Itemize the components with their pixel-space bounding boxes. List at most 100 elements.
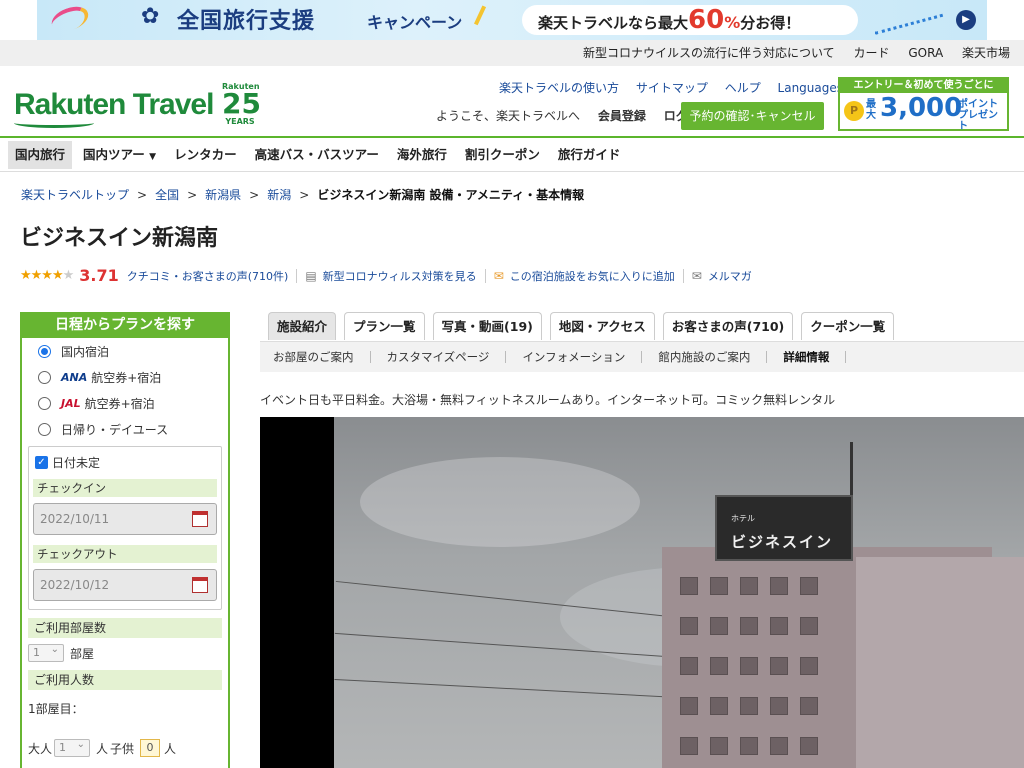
checkin-value: 2022/10/11	[40, 512, 110, 526]
child-count[interactable]: 0	[140, 739, 161, 757]
radio-button[interactable]	[38, 396, 51, 410]
tab-facility-intro[interactable]: 施設紹介	[268, 312, 337, 340]
howto-link[interactable]: 楽天トラベルの使い方	[499, 81, 619, 95]
divider	[296, 268, 298, 283]
gnav-coupon[interactable]: 割引クーポン	[458, 141, 547, 169]
building-window	[740, 617, 758, 635]
rooms-row: 1 部屋	[22, 642, 228, 662]
building-window	[800, 697, 818, 715]
rooms-select[interactable]: 1	[28, 642, 64, 662]
divider	[766, 351, 768, 363]
reservation-check-button[interactable]: 予約の確認･キャンセル	[681, 102, 824, 130]
building-window	[800, 617, 818, 635]
gnav-domestic[interactable]: 国内旅行	[8, 140, 73, 169]
radio-button[interactable]	[38, 422, 51, 436]
tab-map[interactable]: 地図・アクセス	[549, 312, 655, 340]
option-label: 航空券+宿泊	[91, 370, 162, 385]
calendar-icon[interactable]	[192, 577, 208, 593]
campaign-banner[interactable]: ✿ 全国旅行支援 キャンペーン 楽天トラベルなら最大60%分お得！ ▶	[37, 0, 987, 40]
points-promo-banner[interactable]: エントリー＆初めて使うごとに P 最大 3,000 ポイントプレゼント	[838, 77, 1009, 132]
child-label: 子供	[110, 741, 135, 756]
favorite-icon: ✉	[493, 268, 504, 283]
tab-reviews[interactable]: お客さまの声(710)	[662, 312, 794, 340]
gnav-rentacar[interactable]: レンタカー	[167, 141, 244, 169]
toplink-card[interactable]: カード	[854, 46, 890, 60]
breadcrumb-area[interactable]: 新潟	[267, 188, 291, 202]
date-box: ✓ 日付未定 チェックイン 2022/10/11 チェックアウト 2022/10…	[28, 446, 222, 610]
subtab-custom[interactable]: カスタマイズページ	[387, 349, 490, 365]
checkout-value: 2022/10/12	[40, 578, 110, 592]
gnav-bus[interactable]: 高速バス・バスツアー	[248, 141, 386, 169]
point-coin-icon: P	[844, 101, 864, 121]
covid-measures-link[interactable]: 新型コロナウィルス対策を見る	[323, 268, 477, 284]
campaign-subtitle: キャンペーン	[367, 13, 463, 32]
top-links-bar: 新型コロナウイルスの流行に伴う対応について カード GORA 楽天市場	[0, 40, 1024, 66]
subtab-facilities[interactable]: 館内施設のご案内	[658, 349, 750, 365]
play-icon[interactable]: ▶	[956, 10, 976, 30]
date-undecided-checkbox[interactable]: ✓ 日付未定	[33, 451, 217, 473]
register-link[interactable]: 会員登録	[598, 109, 646, 123]
radio-button[interactable]	[38, 344, 51, 358]
person-unit: 人	[164, 741, 177, 756]
building-window	[770, 657, 788, 675]
rating-row: ★★★★★ 3.71 クチコミ・お客さまの声(710件) ▤ 新型コロナウィルス…	[20, 266, 752, 285]
subtab-details[interactable]: 詳細情報	[783, 349, 829, 365]
building-window	[770, 617, 788, 635]
checkin-input[interactable]: 2022/10/11	[33, 503, 217, 535]
campaign-mascot-icon: ✿	[141, 4, 160, 29]
rooms-unit: 部屋	[70, 646, 95, 661]
facility-tabs: 施設紹介 プラン一覧 写真・動画(19) 地図・アクセス お客さまの声(710)…	[268, 312, 902, 340]
hotel-photo[interactable]: ホテル ビジネスイン	[260, 417, 1024, 768]
option-jal-flight-stay[interactable]: JAL 航空券+宿泊	[22, 390, 228, 416]
toplink-gora[interactable]: GORA	[908, 46, 943, 60]
building-window	[740, 737, 758, 755]
building-window	[800, 657, 818, 675]
tab-photos[interactable]: 写真・動画(19)	[432, 312, 542, 340]
building-window	[680, 617, 698, 635]
mailmag-link[interactable]: メルマガ	[708, 268, 752, 284]
calendar-icon[interactable]	[192, 511, 208, 527]
rating-score: 3.71	[79, 266, 119, 285]
toplink-ichiba[interactable]: 楽天市場	[962, 46, 1010, 60]
subtab-rooms[interactable]: お部屋のご案内	[273, 349, 354, 365]
tab-plans[interactable]: プラン一覧	[344, 312, 425, 340]
gnav-guide[interactable]: 旅行ガイド	[551, 141, 628, 169]
option-ana-flight-stay[interactable]: ANA 航空券+宿泊	[22, 364, 228, 390]
option-domestic-stay[interactable]: 国内宿泊	[22, 338, 228, 364]
building-window	[710, 697, 728, 715]
divider	[641, 351, 643, 363]
subtab-information[interactable]: インフォメーション	[522, 349, 625, 365]
breadcrumb-current: ビジネスイン新潟南 設備・アメニティ・基本情報	[317, 188, 585, 202]
building-window	[740, 697, 758, 715]
help-link[interactable]: ヘルプ	[725, 81, 761, 95]
breadcrumb-prefecture[interactable]: 新潟県	[205, 188, 241, 202]
mail-icon: ✉	[691, 268, 702, 283]
ana-logo: ANA	[61, 370, 88, 384]
tab-coupons[interactable]: クーポン一覧	[801, 312, 895, 340]
checkout-input[interactable]: 2022/10/12	[33, 569, 217, 601]
option-day-use[interactable]: 日帰り・デイユース	[22, 416, 228, 442]
gnav-tour[interactable]: 国内ツアー ▼	[76, 141, 163, 169]
radio-button[interactable]	[38, 370, 51, 384]
adult-select[interactable]: 1	[54, 737, 91, 757]
gnav-overseas[interactable]: 海外旅行	[390, 141, 454, 169]
breadcrumb-top[interactable]: 楽天トラベルトップ	[21, 188, 129, 202]
toplink-covid[interactable]: 新型コロナウイルスの流行に伴う対応について	[583, 46, 835, 60]
reviews-link[interactable]: クチコミ・お客さまの声(710件)	[127, 268, 289, 284]
rakuten-travel-logo[interactable]: Rakuten Travel	[14, 88, 214, 122]
breadcrumb-separator: >	[299, 188, 310, 202]
breadcrumb: 楽天トラベルトップ > 全国 > 新潟県 > 新潟 > ビジネスイン新潟南 設備・アメニティ・基…	[21, 186, 584, 203]
checkmark-icon[interactable]: ✓	[35, 455, 48, 469]
gnav-tour-label: 国内ツアー	[83, 146, 145, 162]
room1-row: 1部屋目：	[22, 700, 228, 717]
breadcrumb-national[interactable]: 全国	[155, 188, 179, 202]
plan-search-sidebar: 日程からプランを探す 国内宿泊 ANA 航空券+宿泊 JAL 航空券+宿泊 日帰…	[20, 312, 230, 768]
campaign-discount-pill: 楽天トラベルなら最大60%分お得！	[522, 5, 858, 35]
pill-percent: %	[724, 13, 741, 32]
add-favorite-link[interactable]: この宿泊施設をお気に入りに追加	[510, 268, 675, 284]
breadcrumb-separator: >	[249, 188, 260, 202]
sitemap-link[interactable]: サイトマップ	[636, 81, 708, 95]
welcome-area: ようこそ、楽天トラベルへ 会員登録 ログイン	[436, 107, 712, 124]
breadcrumb-separator: >	[137, 188, 148, 202]
divider	[682, 268, 684, 283]
